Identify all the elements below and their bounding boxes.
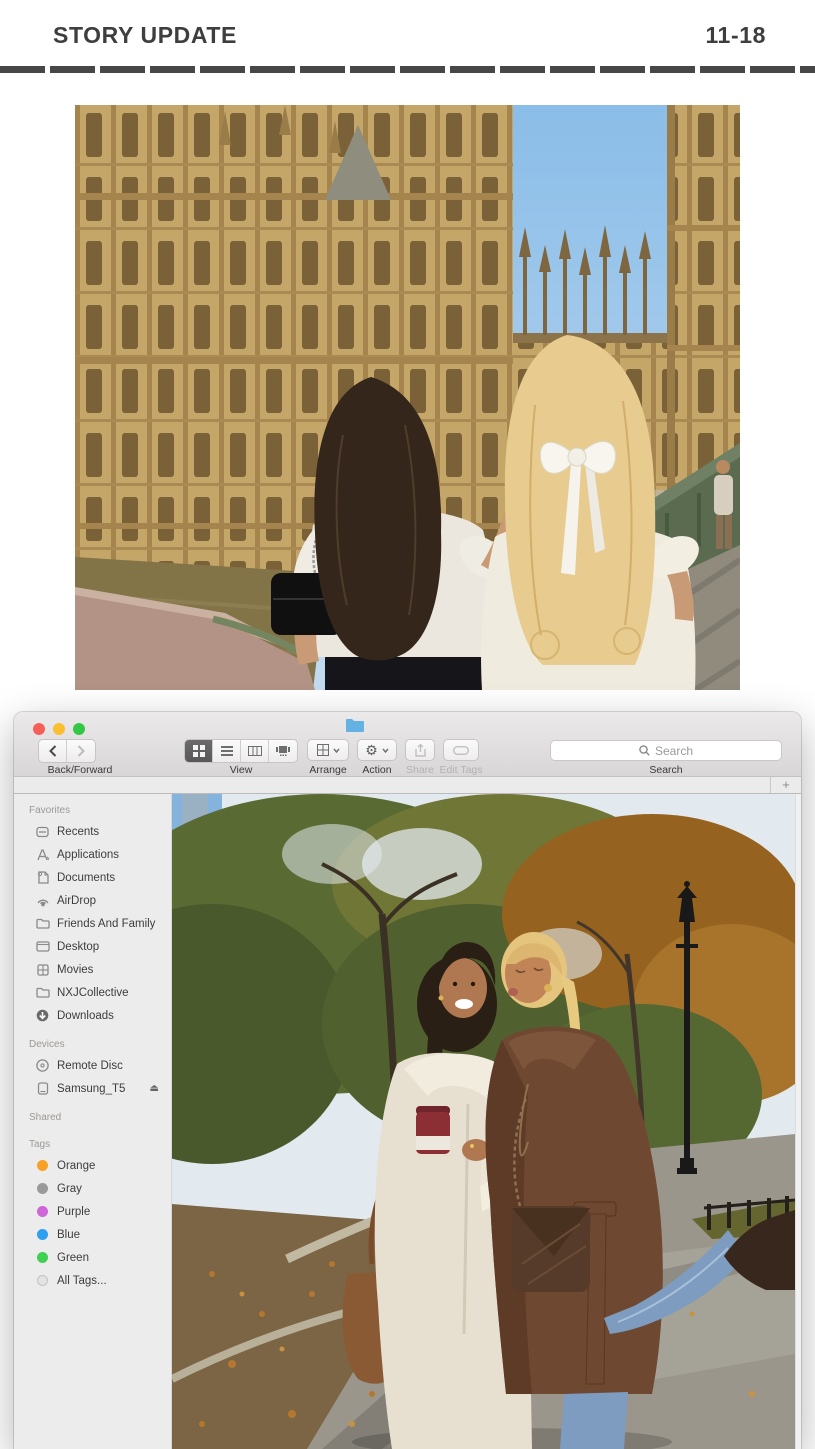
back-button[interactable]: [39, 740, 67, 762]
sidebar-item-desktop[interactable]: Desktop: [14, 935, 171, 958]
sidebar-item-documents[interactable]: Documents: [14, 866, 171, 889]
tag-color-dot: [37, 1229, 48, 1240]
tag-color-dot: [37, 1275, 48, 1286]
sidebar-item-downloads[interactable]: Downloads: [14, 1004, 171, 1027]
story-date: 11-18: [705, 22, 766, 49]
finder-content-photo-park: [172, 794, 795, 1449]
folder-icon: [345, 718, 365, 733]
finder-content: [172, 794, 801, 1449]
edit-tags-button[interactable]: [443, 739, 479, 761]
share-icon: [415, 744, 426, 757]
gear-icon: ⚙: [365, 743, 378, 757]
view-label: View: [184, 764, 298, 776]
disc-icon: [35, 1059, 50, 1072]
minimize-button[interactable]: [53, 723, 65, 735]
story-photo-westminster: [75, 105, 740, 690]
tag-color-dot: [37, 1183, 48, 1194]
sidebar-tag-green[interactable]: Green: [14, 1246, 171, 1269]
sidebar-tag-blue[interactable]: Blue: [14, 1223, 171, 1246]
finder-window: Back/Forward View: [14, 712, 801, 1449]
arrange-button[interactable]: [307, 739, 349, 761]
gallery-view-button[interactable]: [269, 740, 297, 762]
forward-button[interactable]: [67, 740, 95, 762]
section-title-favorites: Favorites: [14, 805, 171, 816]
recents-icon: [35, 825, 50, 838]
sidebar-item-applications[interactable]: Applications: [14, 843, 171, 866]
folder-icon: [35, 986, 50, 999]
tag-icon: [453, 746, 469, 755]
folder-icon: [35, 917, 50, 930]
edit-tags-label: Edit Tags: [431, 764, 491, 776]
column-view-button[interactable]: [241, 740, 269, 762]
sidebar-item-remote-disc[interactable]: Remote Disc: [14, 1054, 171, 1077]
airdrop-icon: [35, 894, 50, 907]
tag-color-dot: [37, 1252, 48, 1263]
tag-color-dot: [37, 1160, 48, 1171]
external-drive-icon: [35, 1082, 50, 1095]
search-placeholder: Search: [655, 744, 693, 758]
share-button[interactable]: [405, 739, 435, 761]
search-label: Search: [550, 764, 782, 776]
tab-bar[interactable]: +: [14, 777, 801, 794]
back-forward-group: [38, 739, 96, 763]
finder-sidebar: Favorites Recents Applications Documents…: [14, 794, 172, 1449]
desktop-icon: [35, 940, 50, 953]
sidebar-tag-gray[interactable]: Gray: [14, 1177, 171, 1200]
view-group: [184, 739, 298, 763]
eject-button[interactable]: ⏏: [150, 1083, 159, 1094]
close-button[interactable]: [33, 723, 45, 735]
list-view-button[interactable]: [213, 740, 241, 762]
search-icon: [639, 745, 650, 756]
filmstrip-divider: [0, 66, 815, 73]
sidebar-item-friends-and-family[interactable]: Friends And Family: [14, 912, 171, 935]
story-page: STORY UPDATE 11-18: [0, 0, 815, 1449]
applications-icon: [35, 848, 50, 861]
section-title-tags: Tags: [14, 1139, 171, 1150]
section-title-devices: Devices: [14, 1039, 171, 1050]
new-tab-button[interactable]: +: [770, 777, 801, 793]
sidebar-item-recents[interactable]: Recents: [14, 820, 171, 843]
movies-icon: [35, 963, 50, 976]
finder-toolbar: Back/Forward View: [14, 712, 801, 777]
sidebar-item-airdrop[interactable]: AirDrop: [14, 889, 171, 912]
sidebar-item-samsung-t5[interactable]: Samsung_T5 ⏏: [14, 1077, 171, 1100]
zoom-button[interactable]: [73, 723, 85, 735]
page-title: STORY UPDATE: [53, 22, 237, 49]
section-title-shared: Shared: [14, 1112, 171, 1123]
icon-view-button[interactable]: [185, 740, 213, 762]
search-input[interactable]: Search: [550, 740, 782, 761]
sidebar-tag-orange[interactable]: Orange: [14, 1154, 171, 1177]
tag-color-dot: [37, 1206, 48, 1217]
documents-icon: [35, 871, 50, 884]
downloads-icon: [35, 1009, 50, 1022]
scrollbar[interactable]: [795, 794, 801, 1449]
back-forward-label: Back/Forward: [24, 764, 136, 776]
sidebar-item-nxjcollective[interactable]: NXJCollective: [14, 981, 171, 1004]
sidebar-tag-all-tags[interactable]: All Tags...: [14, 1269, 171, 1292]
sidebar-tag-purple[interactable]: Purple: [14, 1200, 171, 1223]
action-button[interactable]: ⚙: [357, 739, 397, 761]
sidebar-item-movies[interactable]: Movies: [14, 958, 171, 981]
